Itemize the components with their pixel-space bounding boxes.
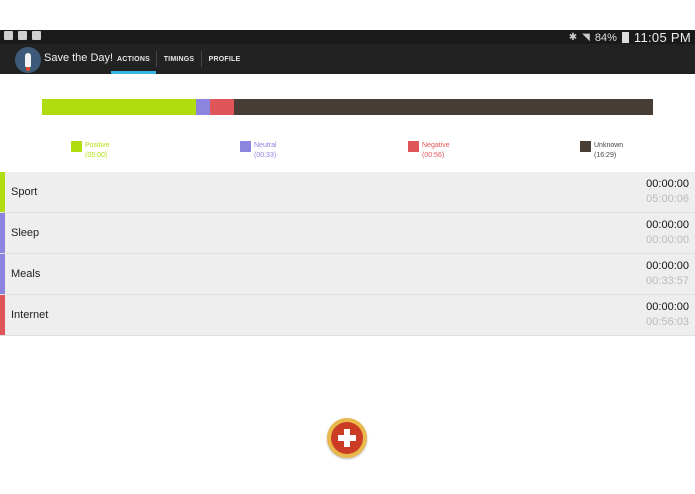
battery-level: 84% bbox=[594, 31, 617, 44]
time-bar-segment-neutral bbox=[195, 99, 211, 115]
action-name: Internet bbox=[11, 309, 49, 321]
legend-time: (16:29) bbox=[594, 152, 617, 159]
tab-actions[interactable]: ACTIONS bbox=[111, 44, 156, 74]
action-row-sleep[interactable]: Sleep 00:00:00 00:00:00 bbox=[0, 213, 695, 254]
legend-label: Negative bbox=[422, 142, 450, 149]
total-time: 00:56:03 bbox=[646, 316, 689, 328]
battery-icon bbox=[621, 32, 629, 43]
total-time: 00:33:57 bbox=[646, 275, 689, 287]
time-bar-segment-negative bbox=[210, 99, 234, 115]
action-name: Sport bbox=[11, 186, 38, 198]
legend-swatch bbox=[71, 141, 82, 152]
tab-label: TIMINGS bbox=[163, 55, 195, 63]
legend-label: Positive bbox=[85, 142, 110, 149]
phone-icon bbox=[4, 31, 13, 40]
total-time: 00:00:00 bbox=[646, 234, 689, 246]
tab-label: PROFILE bbox=[208, 55, 241, 63]
clock: 11:05 PM bbox=[633, 30, 691, 45]
legend-label: Neutral bbox=[254, 142, 277, 149]
legend-time: (05:00) bbox=[85, 152, 108, 159]
current-time: 00:00:00 bbox=[646, 178, 689, 190]
status-bar: ✱ ◥ 84% 11:05 PM bbox=[0, 30, 695, 45]
app-title: Save the Day! bbox=[44, 52, 114, 64]
bluetooth-icon: ✱ bbox=[568, 32, 578, 43]
rocket-icon[interactable] bbox=[15, 47, 41, 73]
category-stripe bbox=[0, 254, 5, 294]
category-stripe bbox=[0, 295, 5, 335]
camera-icon bbox=[18, 31, 27, 40]
current-time: 00:00:00 bbox=[646, 219, 689, 231]
legend-swatch bbox=[240, 141, 251, 152]
current-time: 00:00:00 bbox=[646, 301, 689, 313]
legend-swatch bbox=[580, 141, 591, 152]
legend-time: (00:56) bbox=[422, 152, 445, 159]
legend-swatch bbox=[408, 141, 419, 152]
legend-time: (00:33) bbox=[254, 152, 277, 159]
action-row-sport[interactable]: Sport 00:00:00 05:00:06 bbox=[0, 172, 695, 213]
action-bar: Save the Day! ACTIONS TIMINGS PROFILE bbox=[0, 44, 695, 74]
tab-profile[interactable]: PROFILE bbox=[202, 44, 247, 74]
tab-timings[interactable]: TIMINGS bbox=[157, 44, 201, 74]
plus-icon bbox=[331, 422, 363, 454]
time-bar-segment-positive bbox=[42, 99, 196, 115]
category-stripe bbox=[0, 213, 5, 253]
category-stripe bbox=[0, 172, 5, 212]
action-name: Meals bbox=[11, 268, 41, 280]
current-time: 00:00:00 bbox=[646, 260, 689, 272]
action-row-meals[interactable]: Meals 00:00:00 00:33:57 bbox=[0, 254, 695, 295]
play-icon bbox=[32, 31, 41, 40]
time-bar-segment-unknown bbox=[233, 99, 653, 115]
wifi-icon: ◥ bbox=[582, 32, 590, 43]
action-row-internet[interactable]: Internet 00:00:00 00:56:03 bbox=[0, 295, 695, 336]
legend-label: Unknown bbox=[594, 142, 624, 149]
add-action-button[interactable] bbox=[327, 418, 367, 458]
tab-label: ACTIONS bbox=[117, 55, 150, 63]
total-time: 05:00:06 bbox=[646, 193, 689, 205]
action-name: Sleep bbox=[11, 227, 40, 239]
time-distribution-bar bbox=[42, 99, 653, 115]
